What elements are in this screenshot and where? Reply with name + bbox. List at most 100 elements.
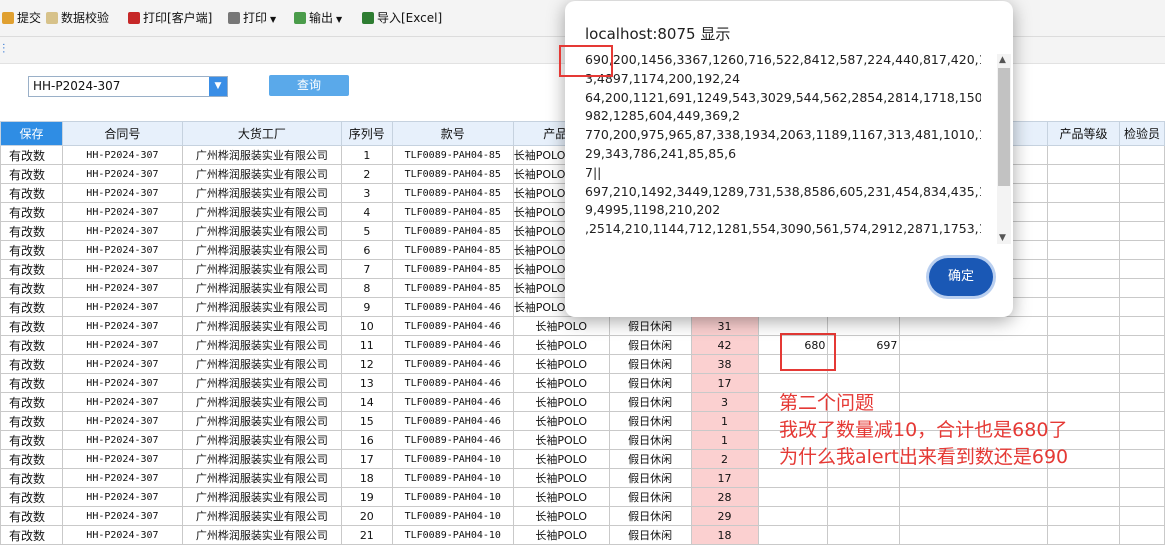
factory-cell[interactable]: 广州桦润服装实业有限公司	[181, 164, 342, 184]
print-client-button[interactable]: 打印[客户端]	[128, 9, 212, 27]
value-cell[interactable]	[827, 487, 901, 507]
quantity-cell[interactable]: 1	[690, 430, 759, 450]
total-cell[interactable]	[757, 468, 829, 488]
product-name-cell[interactable]: 长袖POLO	[512, 354, 610, 374]
grade-cell[interactable]	[1047, 297, 1120, 317]
grade-cell[interactable]	[1047, 145, 1120, 165]
contract-cell[interactable]: HH-P2024-307	[61, 316, 183, 336]
chevron-down-icon[interactable]: ▼	[209, 77, 227, 96]
seq-cell[interactable]: 21	[340, 525, 393, 545]
inspector-cell[interactable]	[1118, 506, 1165, 526]
seq-cell[interactable]: 10	[340, 316, 393, 336]
style-cell[interactable]: TLF0089-PAH04-46	[391, 316, 514, 336]
seq-cell[interactable]: 17	[340, 449, 393, 469]
style-cell[interactable]: TLF0089-PAH04-46	[391, 411, 514, 431]
status-cell[interactable]: 有改数	[0, 468, 63, 488]
seq-cell[interactable]: 20	[340, 506, 393, 526]
seq-cell[interactable]: 18	[340, 468, 393, 488]
product-name-cell[interactable]: 长袖POLO	[512, 411, 610, 431]
style-cell[interactable]: TLF0089-PAH04-46	[391, 373, 514, 393]
factory-cell[interactable]: 广州桦润服装实业有限公司	[181, 468, 342, 488]
contract-cell[interactable]: HH-P2024-307	[61, 183, 183, 203]
seq-cell[interactable]: 12	[340, 354, 393, 374]
status-cell[interactable]: 有改数	[0, 487, 63, 507]
product-name-cell[interactable]: 长袖POLO	[512, 525, 610, 545]
category-cell[interactable]: 假日休闲	[608, 354, 692, 374]
grade-cell[interactable]	[1047, 278, 1120, 298]
status-cell[interactable]: 有改数	[0, 221, 63, 241]
column-header[interactable]: 合同号	[61, 121, 183, 146]
style-cell[interactable]: TLF0089-PAH04-10	[391, 506, 514, 526]
contract-cell[interactable]: HH-P2024-307	[61, 525, 183, 545]
inspector-cell[interactable]	[1118, 468, 1165, 488]
seq-cell[interactable]: 8	[340, 278, 393, 298]
scrollbar-thumb[interactable]	[998, 68, 1010, 186]
style-cell[interactable]: TLF0089-PAH04-46	[391, 430, 514, 450]
inspector-cell[interactable]	[1118, 449, 1165, 469]
factory-cell[interactable]: 广州桦润服装实业有限公司	[181, 335, 342, 355]
validate-button[interactable]: 数据校验	[46, 9, 109, 27]
style-cell[interactable]: TLF0089-PAH04-10	[391, 449, 514, 469]
chevron-down-icon[interactable]: ▼	[999, 233, 1006, 243]
empty-cell[interactable]	[899, 525, 1049, 545]
factory-cell[interactable]: 广州桦润服装实业有限公司	[181, 316, 342, 336]
contract-cell[interactable]: HH-P2024-307	[61, 468, 183, 488]
quantity-cell[interactable]: 28	[690, 487, 759, 507]
inspector-cell[interactable]	[1118, 259, 1165, 279]
seq-cell[interactable]: 16	[340, 430, 393, 450]
factory-cell[interactable]: 广州桦润服装实业有限公司	[181, 259, 342, 279]
grade-cell[interactable]	[1047, 468, 1120, 488]
factory-cell[interactable]: 广州桦润服装实业有限公司	[181, 411, 342, 431]
status-cell[interactable]: 有改数	[0, 164, 63, 184]
contract-combo[interactable]: HH-P2024-307 ▼	[28, 76, 228, 97]
product-name-cell[interactable]: 长袖POLO	[512, 430, 610, 450]
status-cell[interactable]: 有改数	[0, 430, 63, 450]
contract-cell[interactable]: HH-P2024-307	[61, 487, 183, 507]
value-cell[interactable]	[827, 525, 901, 545]
quantity-cell[interactable]: 18	[690, 525, 759, 545]
product-name-cell[interactable]: 长袖POLO	[512, 335, 610, 355]
factory-cell[interactable]: 广州桦润服装实业有限公司	[181, 525, 342, 545]
seq-cell[interactable]: 14	[340, 392, 393, 412]
category-cell[interactable]: 假日休闲	[608, 525, 692, 545]
inspector-cell[interactable]	[1118, 335, 1165, 355]
column-header[interactable]: 款号	[391, 121, 514, 146]
style-cell[interactable]: TLF0089-PAH04-85	[391, 202, 514, 222]
style-cell[interactable]: TLF0089-PAH04-10	[391, 487, 514, 507]
value-cell[interactable]	[827, 506, 901, 526]
category-cell[interactable]: 假日休闲	[608, 373, 692, 393]
table-row[interactable]: 有改数 HH-P2024-307 广州桦润服装实业有限公司 20 TLF0089-PAH…	[0, 506, 1165, 526]
empty-cell[interactable]	[899, 373, 1049, 393]
empty-cell[interactable]	[899, 316, 1049, 336]
contract-cell[interactable]: HH-P2024-307	[61, 202, 183, 222]
column-header[interactable]: 序列号	[340, 121, 393, 146]
column-header[interactable]: 产品等级	[1047, 121, 1120, 146]
table-row[interactable]: 有改数 HH-P2024-307 广州桦润服装实业有限公司 18 TLF0089-PAH…	[0, 468, 1165, 488]
factory-cell[interactable]: 广州桦润服装实业有限公司	[181, 297, 342, 317]
contract-cell[interactable]: HH-P2024-307	[61, 221, 183, 241]
status-cell[interactable]: 有改数	[0, 449, 63, 469]
style-cell[interactable]: TLF0089-PAH04-85	[391, 221, 514, 241]
status-cell[interactable]: 有改数	[0, 354, 63, 374]
inspector-cell[interactable]	[1118, 145, 1165, 165]
product-name-cell[interactable]: 长袖POLO	[512, 468, 610, 488]
ok-button[interactable]: 确定	[929, 258, 993, 296]
status-cell[interactable]: 有改数	[0, 335, 63, 355]
status-cell[interactable]: 有改数	[0, 297, 63, 317]
category-cell[interactable]: 假日休闲	[608, 430, 692, 450]
quantity-cell[interactable]: 29	[690, 506, 759, 526]
inspector-cell[interactable]	[1118, 354, 1165, 374]
seq-cell[interactable]: 7	[340, 259, 393, 279]
factory-cell[interactable]: 广州桦润服装实业有限公司	[181, 240, 342, 260]
grade-cell[interactable]	[1047, 164, 1120, 184]
style-cell[interactable]: TLF0089-PAH04-10	[391, 525, 514, 545]
inspector-cell[interactable]	[1118, 487, 1165, 507]
total-cell[interactable]	[757, 506, 829, 526]
quantity-cell[interactable]: 38	[690, 354, 759, 374]
value-cell[interactable]	[827, 354, 901, 374]
column-header[interactable]: 大货工厂	[181, 121, 342, 146]
table-row[interactable]: 有改数 HH-P2024-307 广州桦润服装实业有限公司 21 TLF0089-PAH…	[0, 525, 1165, 545]
seq-cell[interactable]: 9	[340, 297, 393, 317]
category-cell[interactable]: 假日休闲	[608, 506, 692, 526]
status-cell[interactable]: 有改数	[0, 259, 63, 279]
